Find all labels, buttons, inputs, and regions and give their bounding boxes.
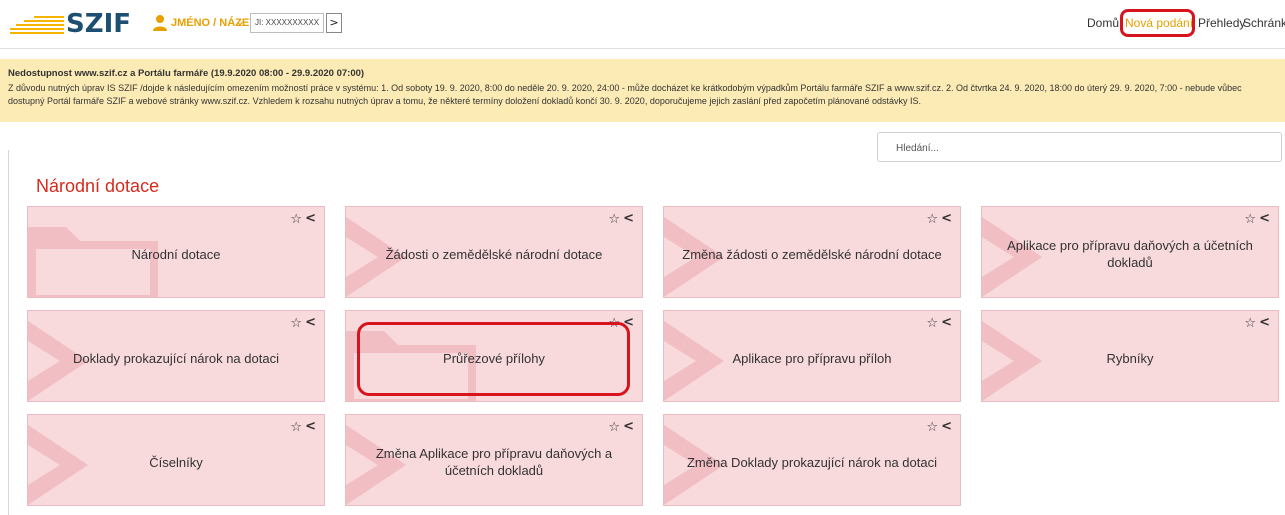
star-icon[interactable]: ☆ <box>608 420 620 435</box>
chevron-left-icon[interactable]: < <box>305 211 316 226</box>
tile-label: Změna Aplikace pro přípravu daňových a ú… <box>375 446 613 478</box>
chevron-left-icon[interactable]: < <box>941 419 952 434</box>
tile[interactable]: Změna Aplikace pro přípravu daňových a ú… <box>345 414 643 506</box>
tile-label: Aplikace pro přípravu příloh <box>732 350 892 366</box>
chevron-left-icon[interactable]: < <box>305 315 316 330</box>
chevron-left-icon[interactable]: < <box>1259 315 1270 330</box>
user-icon[interactable] <box>152 14 168 32</box>
tile[interactable]: Rybníky ☆ < <box>981 310 1279 402</box>
logo[interactable]: SZIF <box>66 9 131 39</box>
tile[interactable]: Aplikace pro přípravu příloh ☆ < <box>663 310 961 402</box>
chevron-left-icon[interactable]: < <box>1259 211 1270 226</box>
star-icon[interactable]: ☆ <box>926 420 938 435</box>
logo-stripes-icon <box>10 14 64 34</box>
tile[interactable]: Změna Doklady prokazující nárok na dotac… <box>663 414 961 506</box>
tile-label: Žádosti o zemědělské národní dotace <box>385 246 603 262</box>
section-title: Národní dotace <box>36 176 160 196</box>
star-icon[interactable]: ☆ <box>1244 212 1256 227</box>
tile[interactable]: Změna žádosti o zemědělské národní dotac… <box>663 206 961 298</box>
ji-go-button[interactable]: > <box>326 13 342 33</box>
chevron-down-icon[interactable]: ⌄ <box>235 14 245 28</box>
tile-label: Aplikace pro přípravu daňových a účetníc… <box>1007 238 1253 270</box>
search-input[interactable]: Hledání... <box>877 132 1282 162</box>
tile[interactable]: Žádosti o zemědělské národní dotace ☆ < <box>345 206 643 298</box>
tile-label: Národní dotace <box>131 246 221 262</box>
tile-label: Změna žádosti o zemědělské národní dotac… <box>682 246 942 262</box>
chevron-left-icon[interactable]: < <box>623 419 634 434</box>
tile-label: Číselníky <box>149 454 203 470</box>
tile-label: Rybníky <box>1106 350 1154 366</box>
star-icon[interactable]: ☆ <box>1244 316 1256 331</box>
tile[interactable]: Národní dotace ☆ < <box>27 206 325 298</box>
star-icon[interactable]: ☆ <box>608 212 620 227</box>
nav-domu[interactable]: Domů <box>1087 16 1119 30</box>
chevron-left-icon[interactable]: < <box>941 211 952 226</box>
ji-input[interactable]: JI: XXXXXXXXXX <box>250 13 324 33</box>
nav-prehledy[interactable]: Přehledy <box>1198 16 1245 30</box>
star-icon[interactable]: ☆ <box>290 316 302 331</box>
nav-highlight-annotation <box>1120 9 1195 37</box>
chevron-left-icon[interactable]: < <box>305 419 316 434</box>
star-icon[interactable]: ☆ <box>290 212 302 227</box>
tile[interactable]: Aplikace pro přípravu daňových a účetníc… <box>981 206 1279 298</box>
tile-highlight-annotation <box>357 322 630 396</box>
star-icon[interactable]: ☆ <box>926 212 938 227</box>
outage-notice: Nedostupnost www.szif.cz a Portálu farmá… <box>0 59 1285 122</box>
chevron-left-icon[interactable]: < <box>941 315 952 330</box>
top-header: SZIF JMÉNO / NÁZEV ⌄ JI: XXXXXXXXXX > Do… <box>0 0 1285 49</box>
tile-label: Změna Doklady prokazující nárok na dotac… <box>686 454 937 470</box>
chevron-left-icon[interactable]: < <box>623 211 634 226</box>
tile[interactable]: Číselníky ☆ < <box>27 414 325 506</box>
tile-label: Doklady prokazující nárok na dotaci <box>73 350 279 366</box>
divider <box>8 150 9 515</box>
star-icon[interactable]: ☆ <box>290 420 302 435</box>
notice-title: Nedostupnost www.szif.cz a Portálu farmá… <box>8 68 365 79</box>
star-icon[interactable]: ☆ <box>926 316 938 331</box>
tile[interactable]: Doklady prokazující nárok na dotaci ☆ < <box>27 310 325 402</box>
notice-body: Z důvodu nutných úprav IS SZIF /dojde k … <box>8 83 1242 106</box>
nav-schranka[interactable]: Schránka <box>1243 16 1285 30</box>
